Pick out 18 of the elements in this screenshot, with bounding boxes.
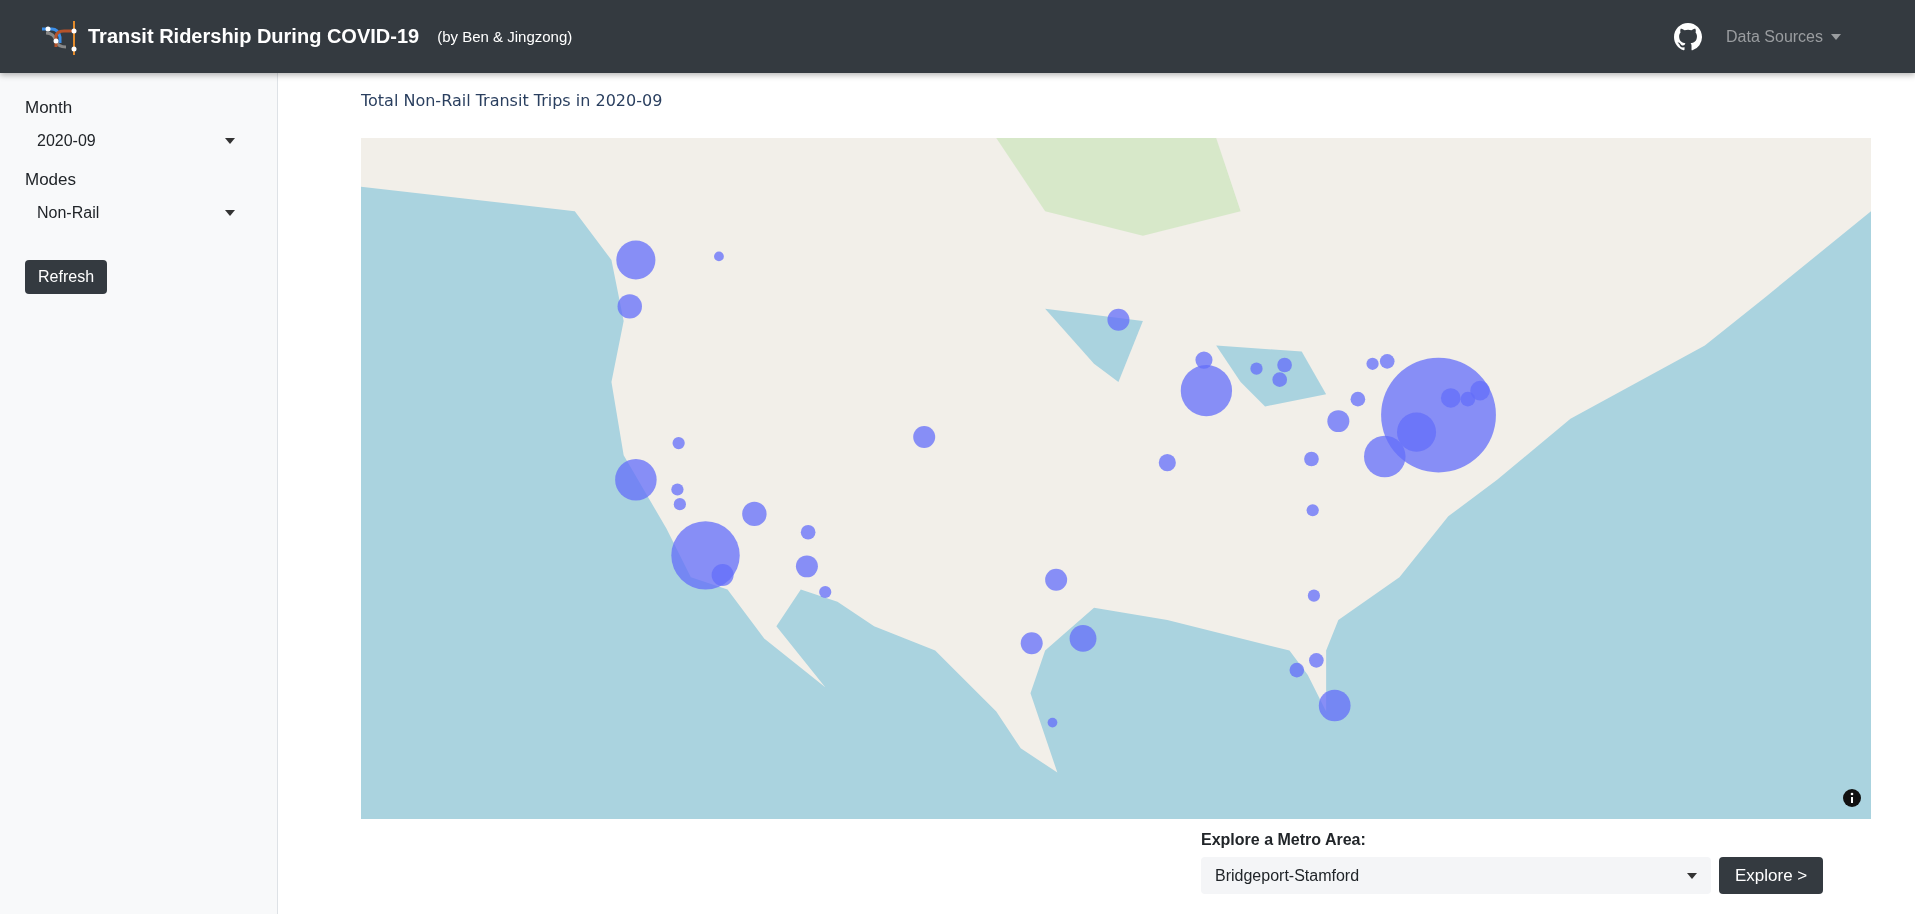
dropdown-select[interactable]: Non-Rail: [25, 200, 247, 226]
metro-area-select[interactable]: Bridgeport-Stamford: [1201, 857, 1711, 894]
info-icon[interactable]: [1843, 789, 1861, 807]
caret-icon: [225, 138, 235, 144]
cat-silhouette-icon[interactable]: [1674, 22, 1703, 51]
refresh-button[interactable]: Refresh: [25, 260, 108, 294]
explore-button[interactable]: Explore >: [1719, 857, 1824, 894]
dropdown-select[interactable]: 2020-09: [25, 128, 247, 154]
caret-icon: [225, 210, 235, 216]
filter-label: Month: [25, 98, 74, 118]
filter-label: Modes: [25, 170, 78, 190]
explore-label: Explore a Metro Area:: [1201, 831, 1367, 849]
caret-icon: [1831, 33, 1841, 40]
caret-icon: [1687, 872, 1697, 879]
app-title: Transit Ridership During COVID-19: [88, 25, 420, 48]
data-sources-menu[interactable]: Data Sources: [1726, 27, 1841, 46]
app-subtitle: (by Ben & Jingzong): [437, 28, 573, 45]
map-title: Total Non-Rail Transit Trips in 2020-09: [361, 91, 664, 110]
